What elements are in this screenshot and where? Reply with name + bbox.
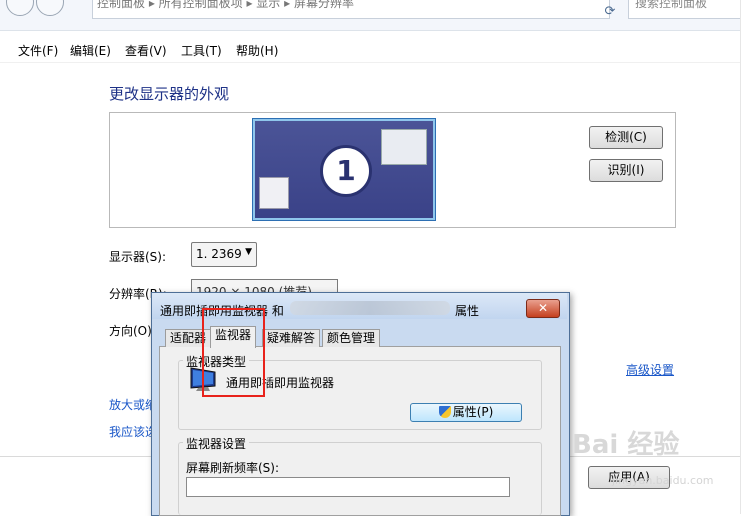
advanced-settings-link[interactable]: 高级设置 xyxy=(626,361,674,378)
forward-button[interactable] xyxy=(36,0,64,16)
menu-file[interactable]: 文件(F) xyxy=(18,42,58,59)
zoom-text-link[interactable]: 放大或缩 xyxy=(109,396,157,413)
redacted-text xyxy=(290,301,450,315)
group-title: 监视器设置 xyxy=(183,435,250,452)
menu-help[interactable]: 帮助(H) xyxy=(236,42,278,59)
detect-button[interactable]: 检测(C) xyxy=(589,126,663,149)
display-value: 1. 2369 xyxy=(196,247,242,261)
properties-label: 属性(P) xyxy=(452,405,494,419)
tab-troubleshoot[interactable]: 疑难解答 xyxy=(262,329,321,347)
document-thumbnail-icon xyxy=(259,177,289,209)
menu-view[interactable]: 查看(V) xyxy=(125,42,167,59)
watermark-url: jingyan.baidu.com xyxy=(612,474,714,487)
breadcrumb[interactable]: 控制面板 ▸ 所有控制面板项 ▸ 显示 ▸ 屏幕分辨率 xyxy=(92,0,610,19)
menu-edit[interactable]: 编辑(E) xyxy=(70,42,111,59)
refresh-rate-label: 屏幕刷新频率(S): xyxy=(186,461,280,475)
dialog-title-suffix: 属性 xyxy=(455,304,480,318)
back-button[interactable] xyxy=(6,0,34,16)
shield-icon xyxy=(438,406,451,418)
display-select[interactable]: 1. 2369 ▼ xyxy=(191,242,257,267)
identify-button[interactable]: 识别(I) xyxy=(589,159,663,182)
monitor-number: 1 xyxy=(320,145,372,197)
tab-color-management[interactable]: 颜色管理 xyxy=(322,329,381,347)
search-input[interactable]: 搜索控制面板 xyxy=(628,0,741,19)
chevron-down-icon: ▼ xyxy=(245,247,252,257)
window-thumbnail-icon xyxy=(381,129,427,165)
close-button[interactable]: ✕ xyxy=(526,299,560,318)
highlight-box xyxy=(202,308,265,397)
divider xyxy=(0,62,741,63)
refresh-icon[interactable]: ⟳ xyxy=(600,4,620,20)
page-title: 更改显示器的外观 xyxy=(109,85,230,103)
display-label: 显示器(S): xyxy=(109,250,167,264)
menu-bar: 文件(F) 编辑(E) 查看(V) 工具(T) 帮助(H) xyxy=(0,38,741,60)
orientation-label: 方向(O) xyxy=(109,324,152,338)
watermark-logo: Bai 经验 xyxy=(572,430,680,460)
refresh-rate-select[interactable] xyxy=(186,477,510,497)
properties-button[interactable]: 属性(P) xyxy=(410,403,522,422)
which-settings-link[interactable]: 我应该选 xyxy=(109,423,157,440)
menu-tools[interactable]: 工具(T) xyxy=(181,42,222,59)
